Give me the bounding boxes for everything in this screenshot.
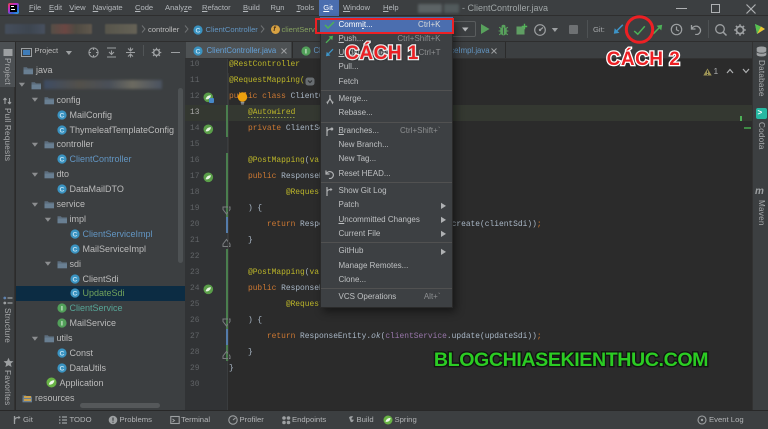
svg-text:CÁCH 1: CÁCH 1 bbox=[345, 42, 419, 64]
svg-text:CÁCH 2: CÁCH 2 bbox=[607, 48, 681, 70]
svg-text:BLOGCHIASEKIENTHUC.COM: BLOGCHIASEKIENTHUC.COM bbox=[434, 349, 708, 371]
